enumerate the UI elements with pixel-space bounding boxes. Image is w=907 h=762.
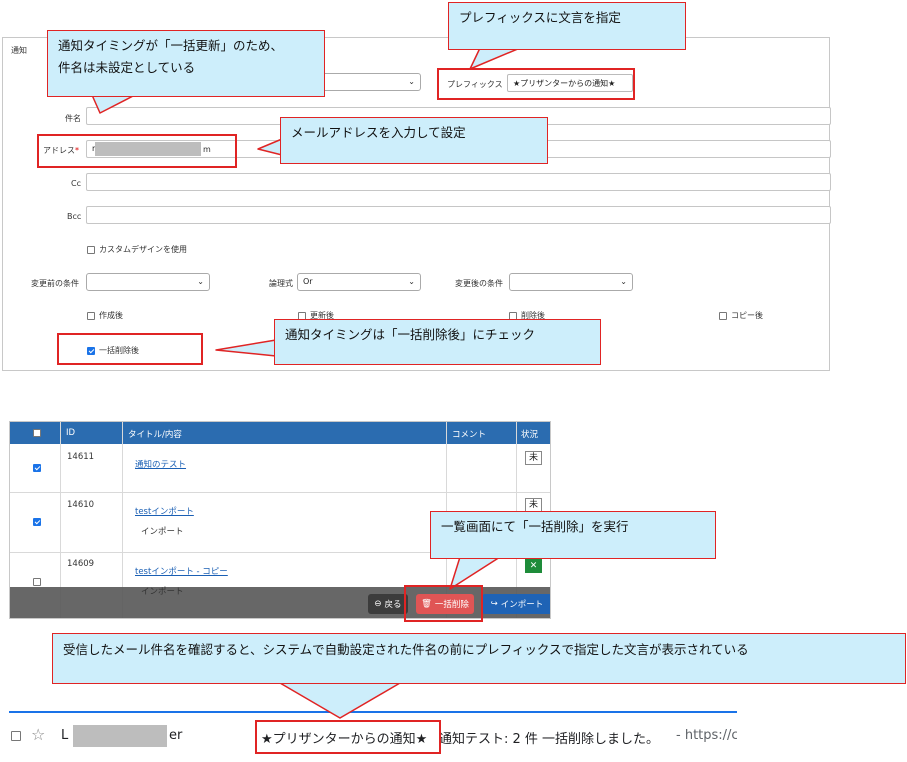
row-title-link[interactable]: testインポート: [135, 505, 194, 517]
section-label: 通知: [11, 46, 27, 55]
bulk-delete-button-highlight: [404, 585, 483, 622]
sender-start: L: [61, 728, 69, 743]
row-body: インポート: [141, 587, 184, 597]
status-badge: 未: [525, 498, 542, 512]
callout-line: 件名は未設定としている: [58, 59, 196, 75]
logic-value: Or: [303, 277, 313, 286]
row-checkbox[interactable]: [33, 518, 41, 526]
prefix-callout: プレフィックスに文言を指定: [448, 2, 686, 50]
callout-text: 受信したメール件名を確認すると、システムで自動設定された件名の前にプレフィックス…: [63, 642, 749, 657]
row-checkbox[interactable]: [33, 578, 41, 586]
checkbox-box[interactable]: [87, 311, 95, 320]
back-button[interactable]: ⊖ 戻る: [368, 594, 408, 614]
import-label: インポート: [500, 600, 544, 610]
status-badge: 未: [525, 451, 542, 465]
logic-label: 論理式: [269, 279, 293, 288]
bulk-delete-callout: 一覧画面にて「一括削除」を実行: [430, 511, 716, 559]
subject-callout: 通知タイミングが「一括更新」のため、 件名は未設定としている: [47, 30, 325, 97]
column-title: タイトル/内容: [128, 430, 182, 440]
row-title-link[interactable]: testインポート - コピー: [135, 565, 228, 577]
timing-created-checkbox[interactable]: 作成後: [87, 310, 123, 321]
import-icon: ↪: [490, 599, 498, 609]
import-button[interactable]: ↪ インポート: [482, 594, 550, 614]
custom-design-label: カスタムデザインを使用: [99, 245, 187, 254]
table-header: ID タイトル/内容 コメント 状況: [10, 422, 550, 444]
timing-label: コピー後: [731, 311, 763, 320]
prefix-highlight: [437, 68, 635, 100]
star-icon[interactable]: ☆: [31, 725, 45, 744]
timing-label: 作成後: [99, 311, 123, 320]
after-condition-select[interactable]: ⌄: [509, 273, 633, 291]
checkbox-box[interactable]: [87, 245, 95, 254]
row-checkbox[interactable]: [33, 464, 41, 472]
address-callout: メールアドレスを入力して設定: [280, 117, 548, 164]
cc-label: Cc: [71, 179, 81, 188]
row-id: 14610: [67, 500, 95, 510]
column-status: 状況: [521, 430, 539, 440]
mail-snippet: - https://c: [676, 728, 737, 743]
custom-design-checkbox[interactable]: カスタムデザインを使用: [87, 244, 187, 255]
timing-callout: 通知タイミングは「一括削除後」にチェック: [274, 319, 601, 365]
chevron-down-icon: ⌄: [620, 277, 627, 286]
checkbox-box[interactable]: [719, 311, 727, 320]
bulk-delete-highlight: [57, 333, 203, 365]
bcc-input[interactable]: [86, 206, 831, 224]
row-id: 14609: [67, 559, 95, 569]
mail-callout: 受信したメール件名を確認すると、システムで自動設定された件名の前にプレフィックス…: [52, 633, 906, 684]
timing-copied-checkbox[interactable]: コピー後: [719, 310, 763, 321]
callout-line: 通知タイミングが「一括更新」のため、: [58, 38, 284, 53]
logic-select[interactable]: Or ⌄: [297, 273, 421, 291]
before-condition-label: 変更前の条件: [31, 279, 79, 288]
back-label: 戻る: [384, 600, 402, 610]
divider: [10, 492, 550, 493]
callout-text: プレフィックスに文言を指定: [459, 10, 621, 25]
row-title-link[interactable]: 通知のテスト: [135, 458, 186, 470]
back-icon: ⊖: [374, 599, 382, 609]
mail-subject: 通知テスト: 2 件 一括削除しました。: [439, 732, 660, 747]
chevron-down-icon: ⌄: [408, 77, 415, 86]
mail-prefix-highlight: [255, 720, 441, 754]
row-id: 14611: [67, 452, 95, 462]
column-comment: コメント: [452, 430, 487, 440]
before-condition-select[interactable]: ⌄: [86, 273, 210, 291]
subject-label: 件名: [65, 114, 81, 123]
column-id: ID: [66, 428, 76, 438]
bcc-label: Bcc: [67, 212, 82, 221]
sender-end: er: [169, 728, 183, 743]
after-condition-label: 変更後の条件: [455, 279, 503, 288]
chevron-down-icon: ⌄: [408, 277, 415, 286]
row-body: インポート: [141, 527, 184, 537]
address-highlight: [37, 134, 237, 168]
status-badge: ✕: [525, 559, 542, 573]
sender-redacted: [73, 725, 167, 747]
callout-text: 通知タイミングは「一括削除後」にチェック: [285, 327, 536, 342]
callout-text: メールアドレスを入力して設定: [291, 125, 466, 140]
chevron-down-icon: ⌄: [197, 277, 204, 286]
cc-input[interactable]: [86, 173, 831, 191]
callout-text: 一覧画面にて「一括削除」を実行: [441, 519, 629, 534]
select-all-checkbox[interactable]: [33, 429, 41, 437]
mail-checkbox[interactable]: [11, 731, 21, 741]
